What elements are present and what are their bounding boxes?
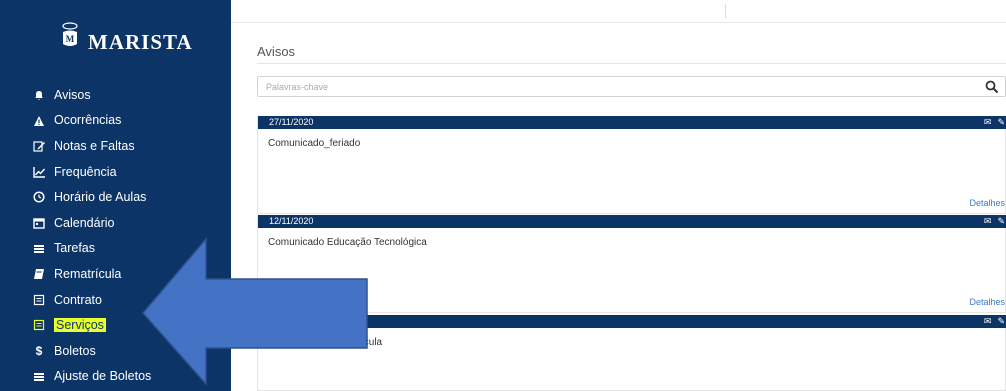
- notice-actions: ✉ ✎: [984, 216, 1005, 227]
- list-icon: [32, 242, 46, 256]
- sidebar-item-label: Calendário: [54, 215, 115, 230]
- sidebar-item-tarefas[interactable]: Tarefas: [0, 236, 231, 262]
- notice-date: 12/11/2020: [269, 216, 314, 226]
- notice-title: Comunicado Educação Tecnológica: [268, 237, 427, 248]
- sidebar-item-calendario[interactable]: Calendário: [0, 210, 231, 236]
- bell-icon: [32, 88, 46, 102]
- notice-card: 27/11/2020 ✉ ✎ Comunicado_feriado Detalhe…: [257, 116, 1006, 214]
- details-link[interactable]: Detalhes: [969, 297, 1005, 307]
- envelope-icon[interactable]: ✉: [984, 316, 992, 327]
- notice-card: 12/11/2020 ✉ ✎ Comunicado Educação Tecnol…: [257, 215, 1006, 313]
- sidebar-item-label: Tarefas: [54, 241, 95, 256]
- envelope-icon[interactable]: ✉: [984, 117, 992, 128]
- sidebar-item-label: Boletos: [54, 343, 96, 358]
- page-title: Avisos: [257, 44, 296, 59]
- notice-actions: ✉ ✎: [984, 316, 1005, 327]
- sidebar-item-contrato[interactable]: Contrato: [0, 287, 231, 313]
- sidebar-item-label: Serviços: [54, 318, 106, 333]
- main-content: Avisos 27/11/2020 ✉✎ Comunicado_feriado …: [231, 0, 1006, 391]
- notice-header: ✉ ✎: [258, 315, 1006, 328]
- chart-line-icon: [32, 165, 46, 179]
- notice-header: 12/11/2020 ✉ ✎: [258, 215, 1006, 228]
- sidebar-item-rematricula[interactable]: Rematrícula: [0, 261, 231, 287]
- sidebar-item-notas-e-faltas[interactable]: Notas e Faltas: [0, 133, 231, 159]
- sidebar-item-label: Avisos: [54, 87, 91, 102]
- paperclip-icon[interactable]: ✎: [997, 316, 1005, 327]
- notice-header: 27/11/2020 ✉ ✎: [258, 116, 1006, 129]
- sidebar-item-ajuste-de-boletos[interactable]: Ajuste de Boletos: [0, 364, 231, 390]
- book-icon: [32, 267, 46, 281]
- topbar-divider: [725, 4, 726, 18]
- list-icon: [32, 370, 46, 384]
- search-box: [257, 76, 1006, 97]
- sidebar: M MARISTA Avisos Ocorrências Notas e Fal…: [0, 0, 231, 391]
- marista-logo[interactable]: M MARISTA: [58, 20, 208, 60]
- envelope-icon[interactable]: ✉: [984, 216, 992, 227]
- sidebar-item-horario-de-aulas[interactable]: Horário de Aulas: [0, 184, 231, 210]
- notice-date: 27/11/2020: [269, 117, 314, 127]
- sidebar-item-label: Contrato: [54, 292, 102, 307]
- sidebar-item-label: Notas e Faltas: [54, 138, 135, 153]
- calendar-icon: [32, 216, 46, 230]
- document-icon: [32, 318, 46, 332]
- svg-text:M: M: [66, 34, 75, 44]
- notice-title: Comunicado_feriado: [268, 138, 361, 149]
- dollar-icon: $: [35, 343, 43, 358]
- sidebar-item-label: Frequência: [54, 164, 117, 179]
- edit-icon: [32, 139, 46, 153]
- sidebar-item-frequencia[interactable]: Frequência: [0, 159, 231, 185]
- title-divider: [257, 63, 1006, 64]
- sidebar-item-ocorrencias[interactable]: Ocorrências: [0, 108, 231, 134]
- paperclip-icon[interactable]: ✎: [997, 216, 1005, 227]
- clock-icon: [32, 190, 46, 204]
- sidebar-item-boletos[interactable]: $ Boletos: [0, 338, 231, 364]
- logo-text: MARISTA: [88, 30, 193, 54]
- notice-title: ícula: [361, 337, 383, 348]
- sidebar-item-label: Rematrícula: [54, 266, 122, 281]
- sidebar-item-label: Ocorrências: [54, 113, 122, 128]
- sidebar-item-label: Horário de Aulas: [54, 190, 147, 205]
- sidebar-item-avisos[interactable]: Avisos: [0, 82, 231, 108]
- marista-emblem-icon: M: [62, 22, 78, 46]
- search-input[interactable]: [258, 77, 994, 96]
- notice-card: ✉ ✎ ícula: [257, 315, 1006, 391]
- warning-icon: [32, 114, 46, 128]
- sidebar-item-servicos[interactable]: Serviços: [0, 312, 231, 338]
- document-icon: [32, 293, 46, 307]
- search-icon[interactable]: [985, 80, 999, 94]
- paperclip-icon[interactable]: ✎: [997, 117, 1005, 128]
- top-bar: [231, 0, 1006, 23]
- notice-actions: ✉ ✎: [984, 117, 1005, 128]
- sidebar-item-label: Ajuste de Boletos: [54, 369, 152, 384]
- sidebar-menu: Avisos Ocorrências Notas e Faltas Frequê…: [0, 82, 231, 389]
- details-link[interactable]: Detalhes: [969, 198, 1005, 208]
